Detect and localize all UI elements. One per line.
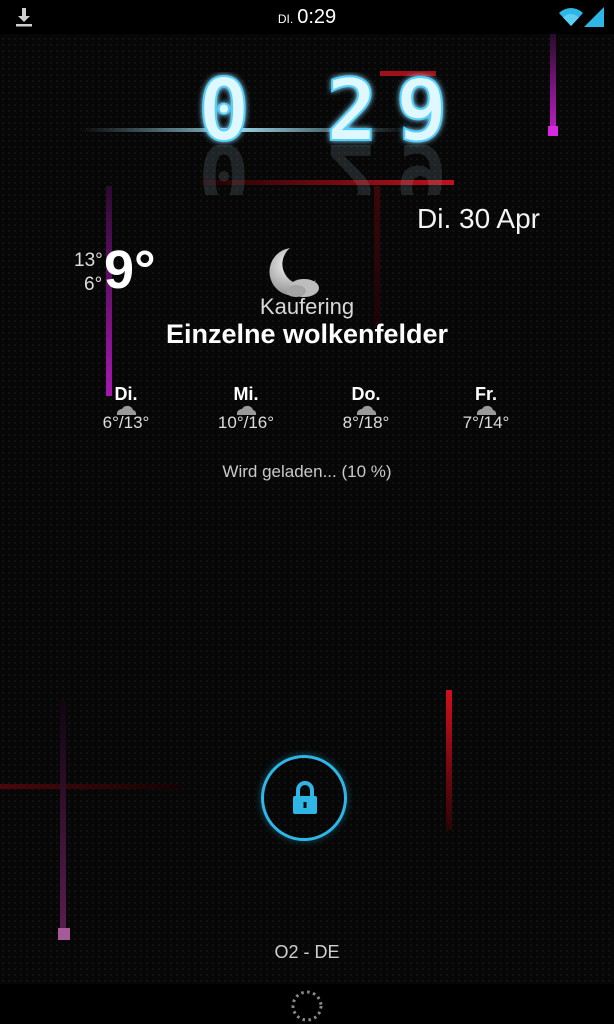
wifi-icon [559,8,583,26]
neon-streak [446,690,452,830]
status-clock: DI. 0:29 [0,6,614,29]
forecast-day: Fr. 7°/14° [426,384,546,433]
location-label: Kaufering [259,294,355,319]
neon-streak [60,700,66,930]
forecast-day-name: Di. [114,384,138,404]
signal-icon [584,7,604,27]
temp-low: 6° [84,274,103,295]
clock-minutes: 29 [326,72,466,152]
clock-reflection: 0 29 [198,145,466,195]
status-day: DI. [277,12,294,26]
date-label: Di. 30 Apr [417,203,540,234]
clock-hour: 0 [198,72,250,152]
clock-reflection-minutes: 29 [326,145,466,195]
status-bar: DI. 0:29 [0,0,614,34]
lock-icon [293,781,317,814]
loading-status: Wird geladen... (10 %) [222,462,392,481]
forecast-day: Mi. 10°/16° [186,384,306,433]
clock-reflection-hour: 0 [198,145,250,195]
big-clock: 0 29 [197,72,466,152]
moon-cloud-icon [269,248,319,297]
status-time: 0:29 [297,6,337,28]
forecast-range: 6°/13° [102,413,150,432]
condition-label: Einzelne wolkenfelder [165,319,449,349]
forecast-day-name: Mi. [233,384,259,404]
forecast-day-name: Fr. [474,384,497,404]
forecast-day: Di. 6°/13° [66,384,186,433]
loading-spinner-icon [291,990,323,1022]
neon-streak [58,928,70,940]
forecast-day-name: Do. [351,384,381,404]
neon-streak [548,126,558,136]
temp-high: 13° [74,250,103,271]
carrier-label: O2 - DE [274,942,340,962]
neon-streak [550,34,556,134]
unlock-button[interactable] [261,755,347,841]
forecast-day: Do. 8°/18° [306,384,426,433]
forecast-range: 10°/16° [217,413,275,432]
neon-streak [0,784,180,789]
current-temp: 9° [104,240,156,300]
forecast-range: 8°/18° [342,413,390,432]
forecast-range: 7°/14° [462,413,510,432]
